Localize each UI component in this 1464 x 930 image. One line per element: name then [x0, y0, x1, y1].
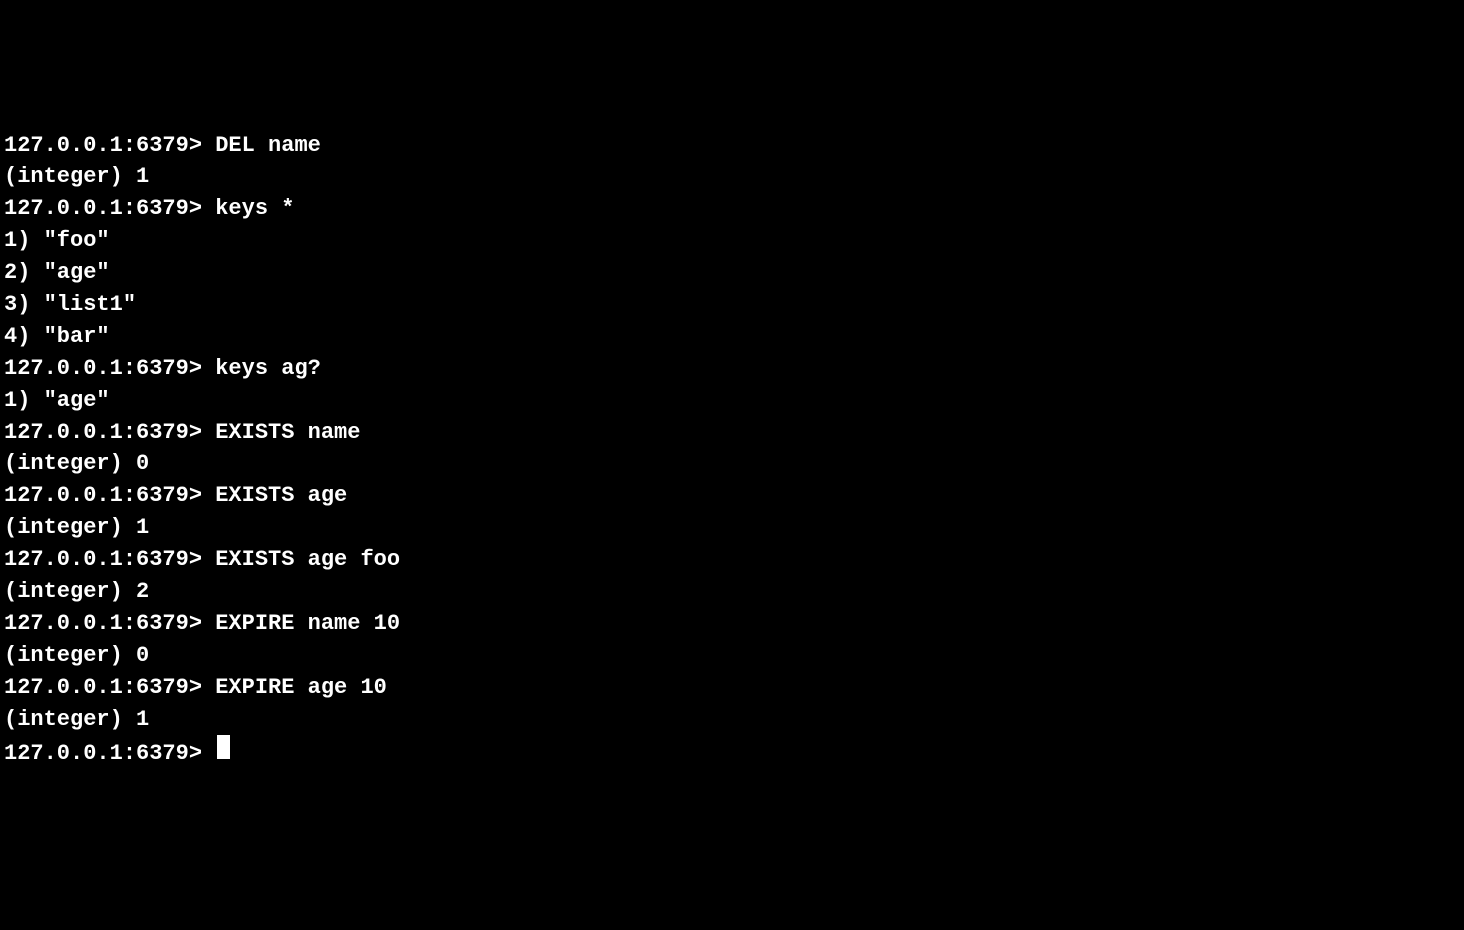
terminal-command-line: 127.0.0.1:6379> DEL name: [4, 130, 1460, 162]
terminal-command-line: 127.0.0.1:6379> EXISTS age foo: [4, 544, 1460, 576]
terminal-output-line: 1) "age": [4, 385, 1460, 417]
terminal-prompt: 127.0.0.1:6379>: [4, 738, 215, 770]
terminal-output-line: (integer) 0: [4, 448, 1460, 480]
terminal-command-line: 127.0.0.1:6379> keys ag?: [4, 353, 1460, 385]
terminal-command-line: 127.0.0.1:6379> EXISTS age: [4, 480, 1460, 512]
terminal-output-line: 1) "foo": [4, 225, 1460, 257]
terminal-output-line: (integer) 1: [4, 512, 1460, 544]
terminal-command-line: 127.0.0.1:6379> keys *: [4, 193, 1460, 225]
cursor-icon: [217, 735, 230, 759]
terminal-input-line[interactable]: 127.0.0.1:6379>: [4, 735, 1460, 770]
terminal-output-line: (integer) 0: [4, 640, 1460, 672]
terminal-output-line: (integer) 2: [4, 576, 1460, 608]
terminal-command-line: 127.0.0.1:6379> EXPIRE age 10: [4, 672, 1460, 704]
terminal-output: 127.0.0.1:6379> DEL name(integer) 1127.0…: [4, 130, 1460, 736]
terminal-output-line: 4) "bar": [4, 321, 1460, 353]
terminal-command-line: 127.0.0.1:6379> EXISTS name: [4, 417, 1460, 449]
terminal-command-line: 127.0.0.1:6379> EXPIRE name 10: [4, 608, 1460, 640]
terminal-output-line: 3) "list1": [4, 289, 1460, 321]
terminal-output-line: (integer) 1: [4, 161, 1460, 193]
terminal-output-line: 2) "age": [4, 257, 1460, 289]
terminal-output-line: (integer) 1: [4, 704, 1460, 736]
